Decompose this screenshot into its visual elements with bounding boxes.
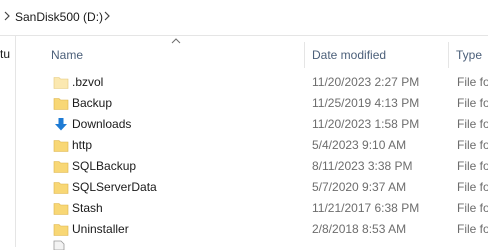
chevron-right-icon[interactable] bbox=[102, 9, 112, 23]
folder-light-icon bbox=[53, 77, 69, 89]
column-header-date-modified[interactable]: Date modified bbox=[312, 48, 386, 62]
file-row[interactable]: Downloads 11/20/2023 1:58 PM File fo bbox=[16, 114, 488, 135]
chevron-right-icon[interactable] bbox=[2, 9, 12, 23]
column-divider[interactable] bbox=[448, 42, 449, 68]
file-date-modified: 11/20/2023 1:58 PM bbox=[312, 117, 420, 131]
folder-icon bbox=[53, 224, 69, 236]
file-type: File fo bbox=[457, 180, 488, 194]
file-name: Downloads bbox=[72, 117, 132, 131]
file-row[interactable]: .bzvol 11/20/2023 2:27 PM File fo bbox=[16, 72, 488, 93]
file-name: Uninstaller bbox=[72, 222, 129, 236]
folder-icon bbox=[53, 161, 69, 173]
breadcrumb-drive[interactable]: SanDisk500 (D:) bbox=[15, 10, 103, 24]
navigation-pane-item-label[interactable]: tu bbox=[0, 47, 10, 61]
file-type: File fo bbox=[457, 117, 488, 131]
file-type: File fo bbox=[457, 159, 488, 173]
column-header-row: Name Date modified Type bbox=[16, 42, 488, 68]
column-header-type[interactable]: Type bbox=[456, 48, 482, 62]
folder-icon bbox=[53, 98, 69, 110]
file-type: File fo bbox=[457, 75, 488, 89]
file-date-modified: 2/8/2018 8:53 AM bbox=[312, 222, 407, 236]
folder-icon bbox=[53, 140, 69, 152]
file-date-modified: 8/11/2023 3:38 PM bbox=[312, 159, 413, 173]
file-row[interactable]: Backup 11/25/2019 4:13 PM File fo bbox=[16, 93, 488, 114]
file-type: File fo bbox=[457, 138, 488, 152]
file-name: Stash bbox=[72, 201, 103, 215]
file-row[interactable]: Uninstaller 2/8/2018 8:53 AM File fo bbox=[16, 219, 488, 240]
file-type: File fo bbox=[457, 222, 488, 236]
column-header-name[interactable]: Name bbox=[51, 48, 83, 62]
address-bar[interactable]: SanDisk500 (D:) bbox=[0, 0, 488, 36]
file-type: File fo bbox=[457, 96, 488, 110]
file-name: .bzvol bbox=[72, 75, 104, 89]
download-arrow-icon bbox=[55, 118, 67, 131]
folder-icon bbox=[53, 182, 69, 194]
file-row[interactable]: Stash 11/21/2017 6:38 PM File fo bbox=[16, 198, 488, 219]
file-name: SQLBackup bbox=[72, 159, 137, 173]
file-date-modified: 5/4/2023 9:10 AM bbox=[312, 138, 407, 152]
file-name: SQLServerData bbox=[72, 180, 157, 194]
folder-icon bbox=[53, 203, 69, 215]
navigation-pane[interactable]: tu bbox=[0, 36, 16, 247]
file-row[interactable]: http 5/4/2023 9:10 AM File fo bbox=[16, 135, 488, 156]
file-row[interactable]: SQLServerData 5/7/2020 9:37 AM File fo bbox=[16, 177, 488, 198]
file-name: Backup bbox=[72, 96, 113, 110]
column-divider[interactable] bbox=[304, 42, 305, 68]
file-icon bbox=[53, 240, 65, 250]
file-date-modified: 11/20/2023 2:27 PM bbox=[312, 75, 420, 89]
file-date-modified: 5/7/2020 9:37 AM bbox=[312, 180, 407, 194]
file-name: http bbox=[72, 138, 93, 152]
file-date-modified: 11/21/2017 6:38 PM bbox=[312, 201, 420, 215]
file-date-modified: 11/25/2019 4:13 PM bbox=[312, 96, 420, 110]
file-row[interactable]: SQLBackup 8/11/2023 3:38 PM File fo bbox=[16, 156, 488, 177]
file-type: File fo bbox=[457, 201, 488, 215]
